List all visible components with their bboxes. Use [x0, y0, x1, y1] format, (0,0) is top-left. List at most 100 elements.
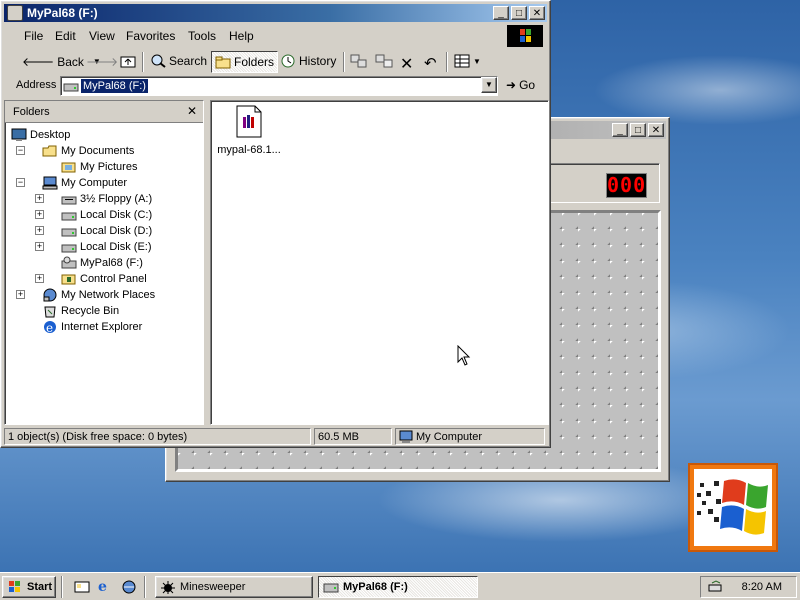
folders-pane-close-button[interactable]: ✕ [187, 104, 197, 118]
move-to-button[interactable] [350, 54, 368, 68]
go-button[interactable]: ➜ Go [506, 78, 535, 92]
channels-icon [122, 580, 136, 594]
menu-view[interactable]: View [89, 29, 115, 43]
tree-item-label: My Pictures [80, 161, 138, 173]
windows-flag-icon [697, 479, 768, 535]
minimize-button[interactable]: _ [493, 6, 509, 20]
copy-to-icon [375, 54, 393, 68]
tree-item[interactable]: My Pictures [61, 159, 137, 175]
status-objects: 1 object(s) (Disk free space: 0 bytes) [4, 428, 311, 445]
removable-drive-icon [61, 256, 77, 269]
folders-pane-title: Folders [13, 106, 50, 118]
task-minesweeper[interactable]: Minesweeper [155, 576, 313, 598]
search-button[interactable]: Search [150, 54, 207, 68]
explorer-window[interactable]: MyPal68 (F:) _ □ ✕ File Edit View Favori… [0, 0, 551, 448]
delete-button[interactable]: ✕ [400, 54, 413, 74]
menu-file[interactable]: File [24, 29, 43, 43]
address-field[interactable]: MyPal68 (F:) ▼ [60, 76, 498, 96]
mouse-cursor-icon [457, 345, 471, 366]
views-button[interactable]: ▼ [454, 54, 481, 68]
tree-expander[interactable]: + [35, 210, 44, 219]
menu-help[interactable]: Help [229, 29, 254, 43]
menu-favorites[interactable]: Favorites [126, 29, 175, 43]
show-desktop-button[interactable] [70, 576, 90, 598]
tree-item[interactable]: 3½ Floppy (A:) [61, 191, 152, 207]
folders-label: Folders [234, 55, 275, 69]
search-icon [151, 54, 166, 68]
back-label: Back [57, 54, 84, 69]
views-icon [454, 54, 470, 68]
tree-item[interactable]: Control Panel [61, 271, 147, 287]
tree-expander[interactable]: + [16, 290, 25, 299]
volume-tray-icon[interactable] [707, 580, 725, 596]
up-folder-button[interactable] [120, 54, 136, 68]
history-button[interactable]: History [280, 54, 336, 68]
tree-item[interactable]: My Computer [42, 175, 127, 191]
folders-pane[interactable]: Folders ✕ Desktop − My Documents My Picture… [4, 100, 204, 425]
task-mypal68[interactable]: MyPal68 (F:) [318, 576, 478, 598]
tree-item[interactable]: Local Disk (E:) [61, 239, 152, 255]
minesweeper-close-button[interactable]: ✕ [648, 123, 664, 137]
close-button[interactable]: ✕ [529, 6, 545, 20]
tree-expander[interactable]: + [35, 226, 44, 235]
tree-item[interactable]: Local Disk (C:) [61, 207, 152, 223]
search-label: Search [169, 54, 208, 68]
menubar: File Edit View Favorites Tools Help [4, 24, 547, 48]
tree-expander[interactable]: + [35, 242, 44, 251]
address-dropdown-button[interactable]: ▼ [481, 77, 497, 93]
menu-tools[interactable]: Tools [188, 29, 216, 43]
tree-item[interactable]: Desktop [11, 127, 70, 143]
taskbar: Start e Minesweeper MyPal68 (F:) 8:20 AM [0, 572, 800, 600]
standard-toolbar: 🡐 Back ▼ 🡒 ▼ Search Folders History [4, 49, 547, 75]
quicklaunch-channels-button[interactable] [117, 576, 137, 598]
file-list-pane[interactable]: mypal-68.1... [210, 100, 549, 425]
control-panel-icon [61, 274, 76, 285]
folders-button[interactable]: Folders [211, 51, 279, 73]
tree-item-label: Recycle Bin [61, 305, 120, 317]
clock[interactable]: 8:20 AM [742, 581, 782, 593]
file-item[interactable]: mypal-68.1... [213, 105, 285, 156]
tree-item-label: Desktop [30, 129, 71, 141]
tree-item[interactable]: e Internet Explorer [42, 319, 142, 335]
tree-expander[interactable]: + [35, 274, 44, 283]
svg-text:e: e [46, 321, 53, 334]
desktop-icon [11, 128, 27, 141]
tree-expander[interactable]: − [16, 178, 25, 187]
tree-item[interactable]: MyPal68 (F:) [61, 255, 143, 271]
tree-expander[interactable]: + [35, 194, 44, 203]
undo-icon: ↶ [424, 55, 437, 72]
tree-item[interactable]: My Network Places [42, 287, 155, 303]
show-desktop-icon [74, 581, 90, 593]
start-label: Start [27, 581, 53, 593]
undo-button[interactable]: ↶ [424, 54, 437, 72]
minesweeper-minimize-button[interactable]: _ [612, 123, 628, 137]
drive-icon [323, 583, 339, 593]
status-zone: My Computer [395, 428, 545, 445]
windows-throbber-icon [507, 25, 543, 47]
tree-item[interactable]: Local Disk (D:) [61, 223, 152, 239]
address-label: Address [16, 79, 57, 91]
maximize-button[interactable]: □ [511, 6, 527, 20]
history-icon [281, 54, 295, 68]
hard-disk-icon [61, 244, 77, 253]
tree-expander[interactable]: − [16, 146, 25, 155]
folders-icon [215, 56, 231, 69]
tree-item-label: MyPal68 (F:) [80, 257, 143, 269]
status-zone-label: My Computer [416, 431, 483, 443]
start-button[interactable]: Start [2, 576, 56, 598]
pictures-folder-icon [61, 162, 76, 173]
address-value[interactable]: MyPal68 (F:) [81, 79, 148, 93]
network-icon [43, 288, 57, 302]
move-to-icon [350, 54, 367, 68]
tree-item-label: Internet Explorer [61, 321, 143, 333]
window-title: MyPal68 (F:) [27, 6, 98, 20]
minesweeper-maximize-button[interactable]: □ [630, 123, 646, 137]
views-dropdown-icon[interactable]: ▼ [473, 57, 481, 66]
tree-item[interactable]: Recycle Bin [42, 303, 119, 319]
quicklaunch-ie-button[interactable]: e [94, 576, 114, 598]
copy-to-button[interactable] [375, 54, 393, 68]
explorer-titlebar[interactable]: MyPal68 (F:) _ □ ✕ [4, 4, 547, 22]
menu-edit[interactable]: Edit [55, 29, 76, 43]
tree-item[interactable]: My Documents [42, 143, 134, 159]
taskbar-separator [61, 576, 63, 598]
